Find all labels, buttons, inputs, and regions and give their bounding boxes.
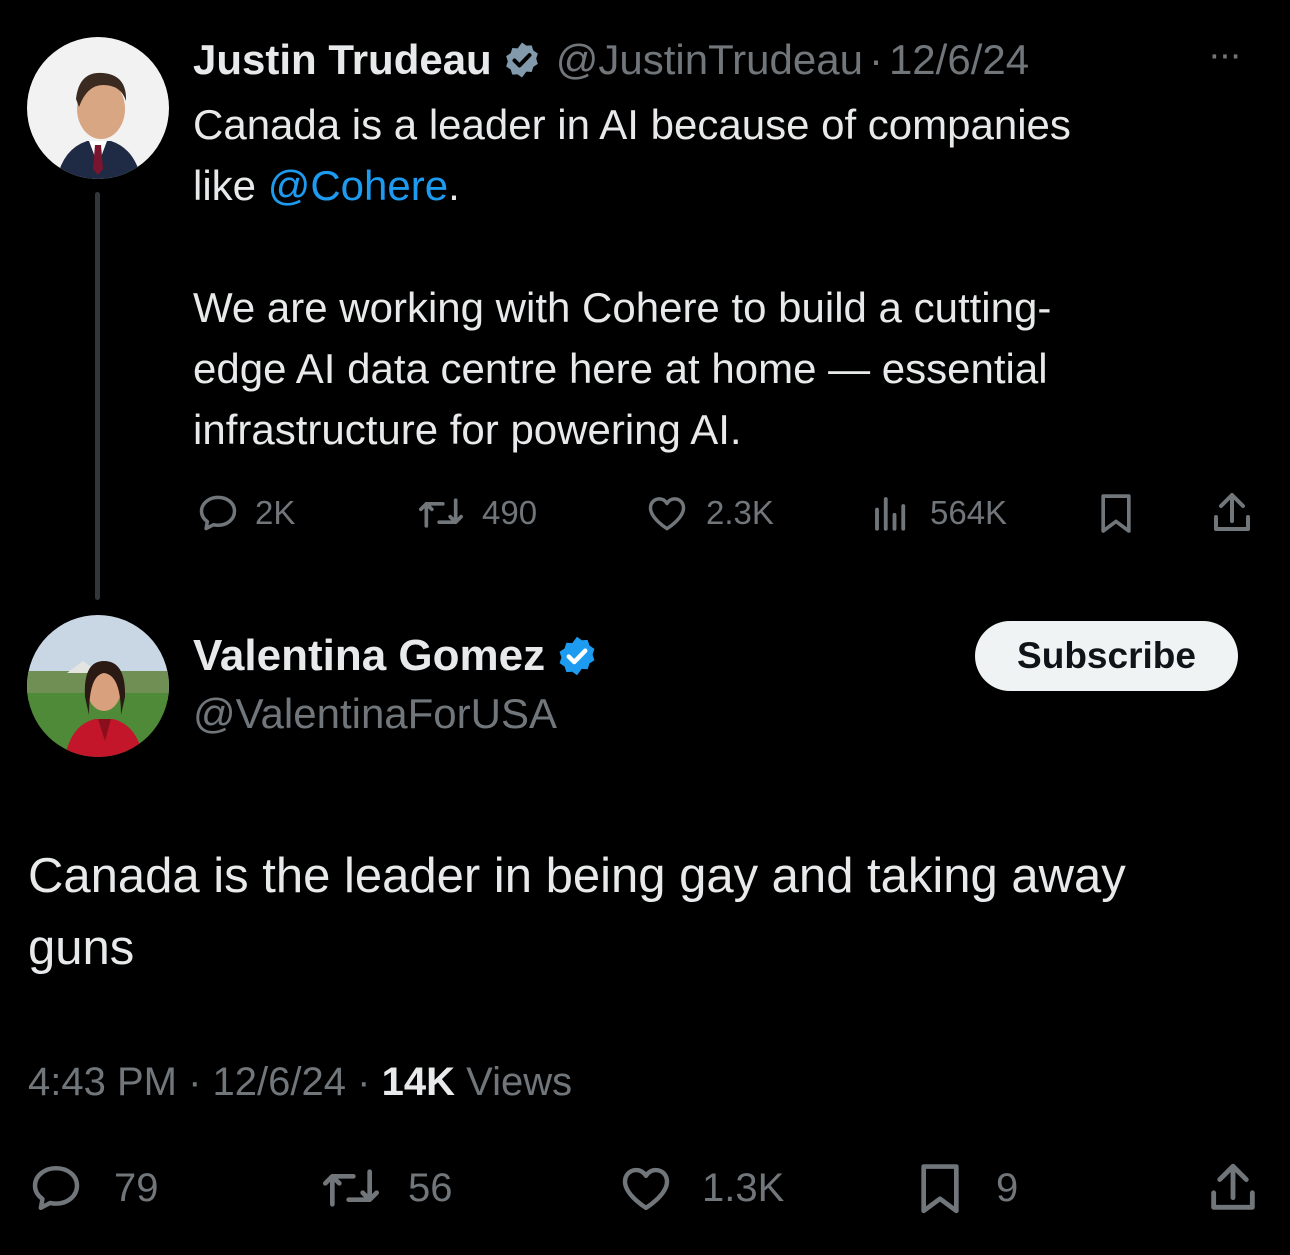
verified-badge-icon [555, 634, 599, 678]
share-icon [1208, 489, 1256, 537]
bookmark-icon [912, 1158, 968, 1218]
like-button[interactable]: 1.3K [616, 1160, 784, 1216]
views-icon [870, 491, 912, 535]
reply-count: 2K [255, 494, 296, 531]
bookmark-count: 9 [996, 1165, 1019, 1210]
share-button[interactable] [1204, 1158, 1262, 1218]
more-icon[interactable]: ··· [1208, 34, 1242, 77]
tweet-text-line: edge AI data centre here at home — essen… [193, 345, 1048, 392]
tweet-text-line: We are working with Cohere to build a cu… [193, 284, 1052, 331]
tweet-time[interactable]: 4:43 PM [28, 1060, 177, 1104]
reply-count: 79 [114, 1165, 159, 1210]
reply-button[interactable]: 79 [28, 1160, 159, 1216]
bookmark-icon [1094, 489, 1138, 537]
views-label: Views [466, 1060, 573, 1104]
separator: · [357, 1060, 371, 1104]
like-icon [616, 1160, 676, 1216]
tweet-text-fragment: like [193, 162, 268, 209]
reply-icon [28, 1160, 84, 1216]
reply-text: Canada is the leader in being gay and ta… [28, 840, 1268, 984]
author-handle[interactable]: @JustinTrudeau [556, 36, 863, 84]
separator: · [868, 36, 883, 83]
reply-icon [196, 491, 240, 535]
views-button[interactable]: 564K [870, 491, 1007, 535]
tweet-text-line: Canada is the leader in being gay and ta… [28, 849, 1126, 903]
mention-link[interactable]: @Cohere [268, 162, 448, 209]
share-icon [1204, 1158, 1262, 1218]
like-count: 2.3K [706, 494, 774, 531]
separator: · [188, 1060, 202, 1104]
tweet-text-line: like @Cohere. [193, 155, 1253, 216]
tweet-date[interactable]: 12/6/24 [213, 1060, 346, 1104]
author-name[interactable]: Justin Trudeau [193, 36, 492, 84]
views-count: 14K [381, 1060, 455, 1104]
tweet-text-fragment: . [448, 162, 460, 209]
bookmark-button[interactable]: 9 [912, 1158, 1018, 1218]
thread-line [95, 192, 100, 600]
repost-icon [316, 1160, 386, 1216]
repost-button[interactable]: 56 [316, 1160, 453, 1216]
author-name[interactable]: Valentina Gomez [193, 631, 545, 681]
tweet-text-line: infrastructure for powering AI. [193, 406, 742, 453]
repost-count: 56 [408, 1165, 453, 1210]
like-icon [644, 491, 690, 535]
repost-icon [414, 491, 468, 535]
repost-button[interactable]: 490 [414, 491, 537, 535]
like-count: 1.3K [702, 1165, 785, 1210]
reply-button[interactable]: 2K [196, 491, 295, 535]
avatar-justin-trudeau[interactable] [27, 37, 169, 179]
tweet-text-line: guns [28, 921, 135, 975]
tweet-text: Canada is a leader in AI because of comp… [193, 94, 1253, 460]
repost-count: 490 [482, 494, 538, 531]
author-handle[interactable]: @ValentinaForUSA [193, 690, 557, 738]
like-button[interactable]: 2.3K [644, 491, 774, 535]
reply-header: Valentina Gomez [193, 628, 599, 684]
tweet-date[interactable]: 12/6/24 [889, 36, 1029, 84]
verified-badge-icon [502, 40, 542, 80]
tweet-header: Justin Trudeau @JustinTrudeau · 12/6/24 [193, 33, 1029, 87]
share-button[interactable] [1208, 489, 1256, 537]
avatar-valentina-gomez[interactable] [27, 615, 169, 757]
tweet-metadata: 4:43 PM · 12/6/24 · 14K Views [28, 1060, 572, 1105]
tweet-text-line: Canada is a leader in AI because of comp… [193, 101, 1071, 148]
bookmark-button[interactable] [1094, 489, 1138, 537]
views-count: 564K [930, 494, 1008, 531]
subscribe-button[interactable]: Subscribe [975, 621, 1238, 691]
